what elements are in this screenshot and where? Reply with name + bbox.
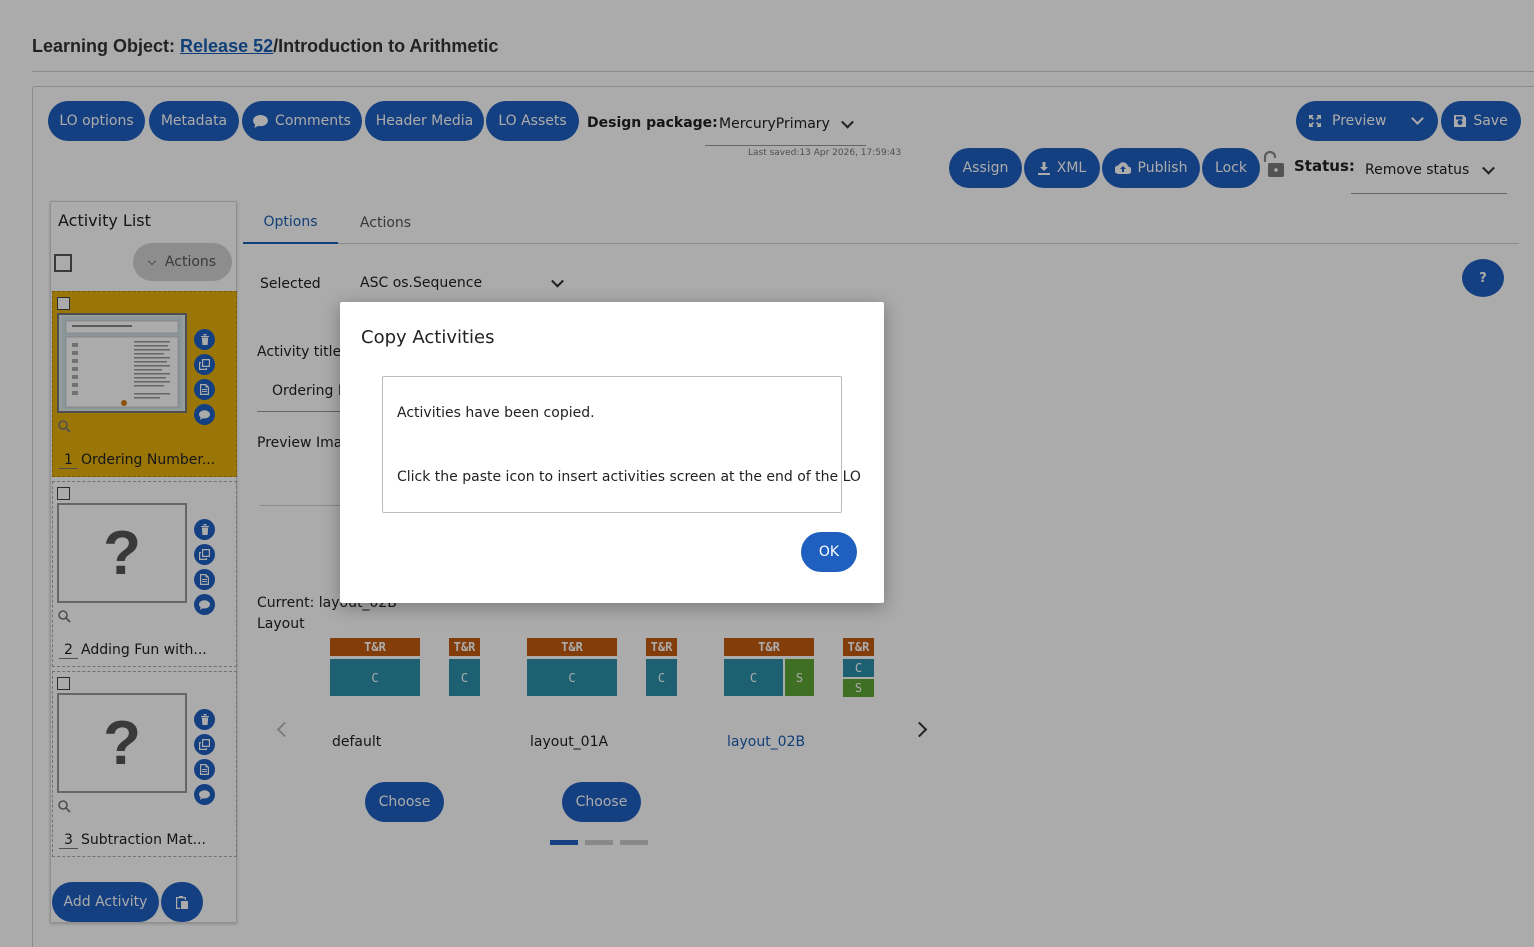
dialog-title: Copy Activities xyxy=(361,327,495,348)
dialog-message-box: Activities have been copied. Click the p… xyxy=(382,376,861,513)
dialog-message-line1: Activities have been copied. xyxy=(397,405,595,421)
copy-activities-dialog: Copy Activities Activities have been cop… xyxy=(340,302,884,603)
dialog-message-line2: Click the paste icon to insert activitie… xyxy=(397,469,861,485)
ok-button[interactable]: OK xyxy=(801,532,857,572)
ok-label: OK xyxy=(818,544,840,560)
